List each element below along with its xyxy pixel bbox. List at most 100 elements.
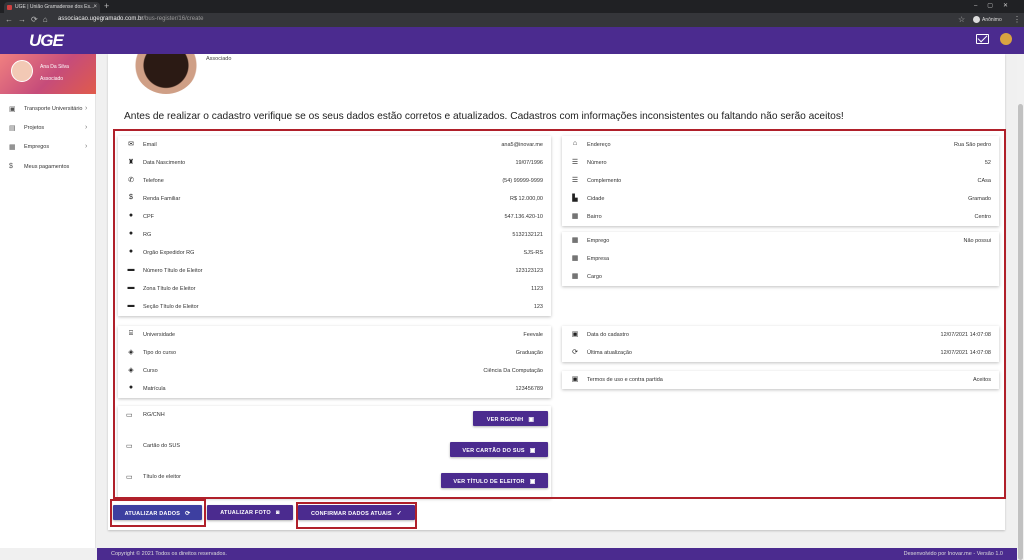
browser-tab-strip: UGE | União Gramadense dos Es... × + –▢✕ xyxy=(0,0,1024,13)
window-controls[interactable]: –▢✕ xyxy=(974,2,1018,9)
field-label: Seção Título de Eleitor xyxy=(143,303,199,310)
list-number-icon: ☰ xyxy=(571,159,579,166)
view-sus-button[interactable]: VER CARTÃO DO SUS ▣ xyxy=(450,442,548,457)
browser-toolbar: ←→⟳⌂ associacao.ugegramado.com.br/bus-re… xyxy=(0,13,1024,27)
university-icon: ⌸ xyxy=(128,330,134,337)
image-icon: ▣ xyxy=(529,447,536,454)
browser-tab[interactable]: UGE | União Gramadense dos Es... × xyxy=(4,2,100,13)
sidebar-item-projetos[interactable]: ▤ Projetos › xyxy=(0,119,96,137)
dollar-icon: $ xyxy=(9,163,13,170)
info-row-course-type: ◈ Tipo do curso Graduação xyxy=(118,344,551,362)
camera-icon: ◙ xyxy=(275,509,280,516)
info-row-enrollment: ● Matrícula 123456789 xyxy=(118,380,551,398)
field-label: Telefone xyxy=(143,177,164,184)
education-panel: ⌸ Universidade Feevale ◈ Tipo do curso Gradu… xyxy=(118,326,551,398)
field-value: Feevale xyxy=(523,331,543,338)
field-value: 12/07/2021 14:07:08 xyxy=(940,349,991,356)
info-row-company: ▦ Empresa xyxy=(562,250,999,268)
user-name: Ana Da Silva xyxy=(40,64,69,70)
incognito-profile[interactable]: Anônimo xyxy=(973,16,1002,23)
sidebar-item-pagamentos[interactable]: $ Meus pagamentos xyxy=(0,158,96,176)
personal-data-panel: ✉ Email ana5@inovar.me ♜ Data Nascimento 19/… xyxy=(118,136,551,316)
profile-icon xyxy=(973,16,980,23)
field-label: Tipo do curso xyxy=(143,349,177,356)
building-icon: ▦ xyxy=(571,237,579,244)
avatar[interactable] xyxy=(1000,33,1012,45)
sidebar-item-transporte[interactable]: ▣ Transporte Universitário › xyxy=(0,100,96,118)
button-label: VER CARTÃO DO SUS xyxy=(462,447,525,454)
document-row-rg: ▭ RG/CNH VER RG/CNH ▣ xyxy=(118,406,551,437)
field-label: Matrícula xyxy=(143,385,166,392)
field-value: Gramado xyxy=(968,195,991,202)
info-row-district: ▦ Bairro Centro xyxy=(562,208,999,226)
update-photo-button[interactable]: ATUALIZAR FOTO ◙ xyxy=(207,505,293,520)
card-icon: ▬ xyxy=(127,284,135,291)
profile-photo xyxy=(133,54,199,94)
field-value: 12/07/2021 14:07:08 xyxy=(940,331,991,338)
layers-icon: ◈ xyxy=(128,367,134,374)
sidebar: Ana Da Silva Associado ▣ Transporte Univ… xyxy=(0,54,96,548)
document-row-sus: ▭ Cartão do SUS VER CARTÃO DO SUS ▣ xyxy=(118,437,551,468)
terms-panel: ▣ Termos de uso e contra partida Aceitos xyxy=(562,371,999,389)
update-data-button[interactable]: ATUALIZAR DADOS ⟳ xyxy=(113,505,202,520)
person-icon: ● xyxy=(128,384,134,391)
field-value: 1123 xyxy=(531,285,543,292)
field-label: Última atualização xyxy=(587,349,632,356)
info-row-cpf: ● CPF 547.136.420-10 xyxy=(118,208,551,226)
card-icon: ▬ xyxy=(127,266,135,273)
profile-label: Anônimo xyxy=(982,16,1002,23)
sidebar-item-label: Empregos xyxy=(24,144,50,150)
field-value: SJS-RS xyxy=(523,249,543,256)
info-row-voter-number: ▬ Número Título de Eleitor 123123123 xyxy=(118,262,551,280)
field-value: Ciência Da Computação xyxy=(483,367,543,374)
view-voter-button[interactable]: VER TÍTULO DE ELEITOR ▣ xyxy=(441,473,548,488)
refresh-icon: ⟳ xyxy=(185,510,191,517)
field-label: CPF xyxy=(143,213,154,220)
sidebar-item-label: Transporte Universitário xyxy=(24,106,83,112)
layers-icon: ◈ xyxy=(128,349,134,356)
nav-buttons[interactable]: ←→⟳⌂ xyxy=(5,15,53,24)
button-label: VER RG/CNH xyxy=(486,416,524,423)
developer-credit: Desenvolvido por Inovar.me - Versão 1.0 xyxy=(903,551,1003,557)
tab-title: UGE | União Gramadense dos Es... xyxy=(15,4,95,10)
image-icon: ▣ xyxy=(528,416,535,423)
view-rg-button[interactable]: VER RG/CNH ▣ xyxy=(473,411,548,426)
mail-icon[interactable] xyxy=(976,34,989,44)
field-label: Complemento xyxy=(587,177,622,184)
copyright-text: Copyright © 2021 Todos os direitos reser… xyxy=(111,551,227,557)
notice-text: Antes de realizar o cadastro verifique s… xyxy=(124,111,844,122)
profile-card: Associado Antes de realizar o cadastro v… xyxy=(108,54,1005,530)
address-panel: ⌂ Endereço Rua São pedro ☰ Número 52 ☰ Comple… xyxy=(562,136,999,226)
id-card-icon: ▭ xyxy=(126,474,133,481)
field-label: Número xyxy=(587,159,607,166)
field-label: Bairro xyxy=(587,213,602,220)
url-domain: associacao.ugegramado.com.br xyxy=(58,16,144,22)
field-value: 52 xyxy=(984,159,991,166)
button-label: VER TÍTULO DE ELEITOR xyxy=(453,478,525,485)
field-label: Data do cadastro xyxy=(587,331,629,338)
close-tab-icon[interactable]: × xyxy=(93,4,97,10)
info-row-course: ◈ Curso Ciência Da Computação xyxy=(118,362,551,380)
info-row-voter-zone: ▬ Zona Título de Eleitor 1123 xyxy=(118,280,551,298)
address-bar[interactable]: associacao.ugegramado.com.br/bus-registe… xyxy=(58,16,203,22)
field-value: 5132132121 xyxy=(512,231,543,238)
menu-dots-icon[interactable]: ⋮ xyxy=(1013,15,1021,24)
field-value: (54) 99999-9999 xyxy=(502,177,543,184)
field-value: Graduação xyxy=(515,349,543,356)
field-label: Endereço xyxy=(587,141,611,148)
field-value: 547.136.420-10 xyxy=(504,213,543,220)
new-tab-icon[interactable]: + xyxy=(104,1,109,11)
sidebar-item-empregos[interactable]: ▦ Empregos › xyxy=(0,138,96,156)
field-value: Centro xyxy=(974,213,991,220)
scrollbar-thumb[interactable] xyxy=(1018,104,1023,560)
field-value: 19/07/1996 xyxy=(515,159,543,166)
bookmark-star-icon[interactable]: ☆ xyxy=(958,15,965,24)
document-label: Cartão do SUS xyxy=(143,443,180,449)
confirm-data-button[interactable]: CONFIRMAR DADOS ATUAIS ✓ xyxy=(298,505,415,520)
field-value: 123 xyxy=(533,303,543,310)
field-label: Emprego xyxy=(587,237,610,244)
chevron-right-icon: › xyxy=(85,143,88,150)
info-row-created: ▣ Data do cadastro 12/07/2021 14:07:08 xyxy=(562,326,999,344)
info-row-birth: ♜ Data Nascimento 19/07/1996 xyxy=(118,154,551,172)
app-logo[interactable]: UGE xyxy=(29,31,64,51)
